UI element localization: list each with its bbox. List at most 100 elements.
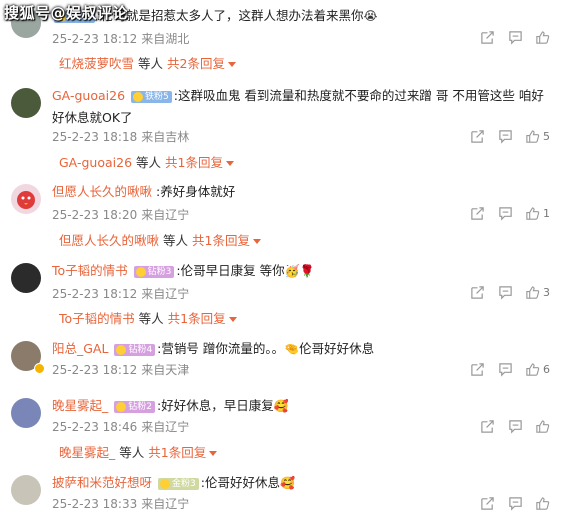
comment-line: GA-guoai26 铁粉5:这群吸血鬼 看到流量和热度就不要命的过来蹭 哥 不… [52,85,548,129]
share-icon[interactable] [469,361,485,377]
comment-text: :伦哥就是招惹太多人了，这群人想办法着来黑你 [96,8,364,23]
thumbs-up-icon [526,362,540,376]
comment-item: 阳总_GAL 钻粉4:营销号 蹭你流量的。。🤏伦哥好好休息 25-2-23 18… [0,335,562,395]
comment-line: 但愿人长久的啾啾 :养好身体就好 [52,181,548,203]
avatar[interactable] [11,88,41,118]
comment-meta: 25-2-23 18:12 来自天津 [52,361,189,378]
comment-line: To子韬的情书 钻粉3:伦哥早日康复 等你🥳🌹 [52,260,548,282]
reply-mid: 等人 [163,233,189,248]
comment-location: 来自天津 [141,363,190,377]
reply-count[interactable]: 共2条回复 [167,56,225,71]
comment-icon[interactable] [497,361,513,377]
reply-summary[interactable]: 晚星雾起_ 等人 共1条回复 [59,442,218,461]
reply-summary[interactable]: GA-guoai26 等人 共1条回复 [59,152,234,171]
thumbs-up-icon [536,419,550,433]
avatar[interactable] [11,398,41,428]
reply-count[interactable]: 共1条回复 [165,155,223,170]
reply-username[interactable]: To子韬的情书 [59,311,135,326]
comment-icon[interactable] [497,284,513,300]
share-icon[interactable] [479,418,495,434]
reply-username[interactable]: 晚星雾起_ [59,445,115,460]
comment-item: GA-guoai26 铁粉5:这群吸血鬼 看到流量和热度就不要命的过来蹭 哥 不… [0,82,562,174]
watermark: 搜狐号@娱叔评论 [4,4,129,22]
like-button[interactable]: 5 [525,128,550,144]
avatar[interactable] [11,263,41,293]
comment-icon[interactable] [497,128,513,144]
comment-username[interactable]: GA-guoai26 [52,88,125,103]
reply-mid: 等人 [138,56,164,71]
reply-count[interactable]: 共1条回复 [148,445,206,460]
share-icon[interactable] [469,205,485,221]
reply-summary[interactable]: 但愿人长久的啾啾 等人 共1条回复 [59,230,261,249]
reply-mid: 等人 [136,155,162,170]
reply-summary[interactable]: To子韬的情书 等人 共1条回复 [59,308,237,327]
fan-badge: 金粉3 [158,478,199,490]
emoji: 🤏 [284,342,300,356]
like-count: 1 [543,206,550,220]
comment-text: :伦哥好好休息 [200,475,280,490]
comment-location: 来自吉林 [141,130,190,144]
reply-username[interactable]: 红烧菠萝吹雪 [59,56,134,71]
fan-badge: 钻粉2 [114,401,155,413]
share-icon[interactable] [469,128,485,144]
fan-badge: 钻粉3 [133,266,175,278]
emoji: 😭 [363,9,378,23]
comment-location: 来自辽宁 [141,420,190,434]
comment-text: :好好休息，早日康复 [156,398,274,413]
like-button[interactable]: 3 [525,284,550,300]
like-count: 5 [543,129,550,143]
reply-username[interactable]: GA-guoai26 [59,155,132,170]
comment-actions: 1 [469,205,550,221]
comment-item: 但愿人长久的啾啾 :养好身体就好 25-2-23 18:20 来自辽宁 1 但愿人… [0,178,562,256]
like-button[interactable]: 1 [525,205,550,221]
emoji: 🥰 [273,399,289,413]
comment-text: :养好身体就好 [156,184,236,199]
comment-item: To子韬的情书 钻粉3:伦哥早日康复 等你🥳🌹 25-2-23 18:12 来自辽… [0,257,562,335]
verified-badge [34,363,45,374]
like-button[interactable] [535,29,550,45]
comment-username[interactable]: 披萨和米范好想呀 [52,475,152,490]
like-button[interactable]: 6 [525,361,550,377]
share-icon[interactable] [479,495,495,511]
comment-icon[interactable] [507,418,523,434]
comment-meta: 25-2-23 18:20 来自辽宁 [52,206,189,223]
reply-count[interactable]: 共1条回复 [192,233,250,248]
thumbs-up-icon [536,496,550,510]
like-count: 6 [543,362,550,376]
share-icon[interactable] [469,284,485,300]
like-button[interactable] [535,418,550,434]
comment-actions: 5 [469,128,550,144]
share-icon[interactable] [479,29,495,45]
like-button[interactable] [535,495,550,511]
comment-line: 阳总_GAL 钻粉4:营销号 蹭你流量的。。🤏伦哥好好休息 [52,338,548,360]
caret-down-icon [252,239,261,244]
comment-username[interactable]: 晚星雾起_ [52,398,108,413]
comment-date: 25-2-23 18:12 [52,363,138,377]
reply-username[interactable]: 但愿人长久的啾啾 [59,233,159,248]
comment-location: 来自辽宁 [141,497,190,511]
reply-count[interactable]: 共1条回复 [168,311,226,326]
thumbs-up-icon [526,285,540,299]
avatar[interactable] [11,184,41,214]
comment-username[interactable]: To子韬的情书 [52,263,128,278]
comment-username[interactable]: 但愿人长久的啾啾 [52,184,152,199]
comment-actions [479,418,550,434]
comment-icon[interactable] [497,205,513,221]
comment-icon[interactable] [507,495,523,511]
caret-down-icon [228,317,237,322]
emoji: 🥳🌹 [284,264,315,278]
emoji: 🥰 [279,476,295,490]
reply-summary[interactable]: 红烧菠萝吹雪 等人 共2条回复 [59,53,236,72]
comment-username[interactable]: 阳总_GAL [52,341,108,356]
reply-mid: 等人 [119,445,145,460]
comment-location: 来自湖北 [141,32,190,46]
thumbs-up-icon [536,30,550,44]
comment-icon[interactable] [507,29,523,45]
comment-date: 25-2-23 18:33 [52,497,138,511]
avatar[interactable] [11,475,41,505]
comment-line: 披萨和米范好想呀 金粉3:伦哥好好休息🥰 [52,472,548,494]
comment-actions: 3 [469,284,550,300]
comment-date: 25-2-23 18:12 [52,287,138,301]
comment-meta: 25-2-23 18:12 来自湖北 [52,30,189,47]
comment-line: 晚星雾起_ 钻粉2:好好休息，早日康复🥰 [52,395,548,417]
